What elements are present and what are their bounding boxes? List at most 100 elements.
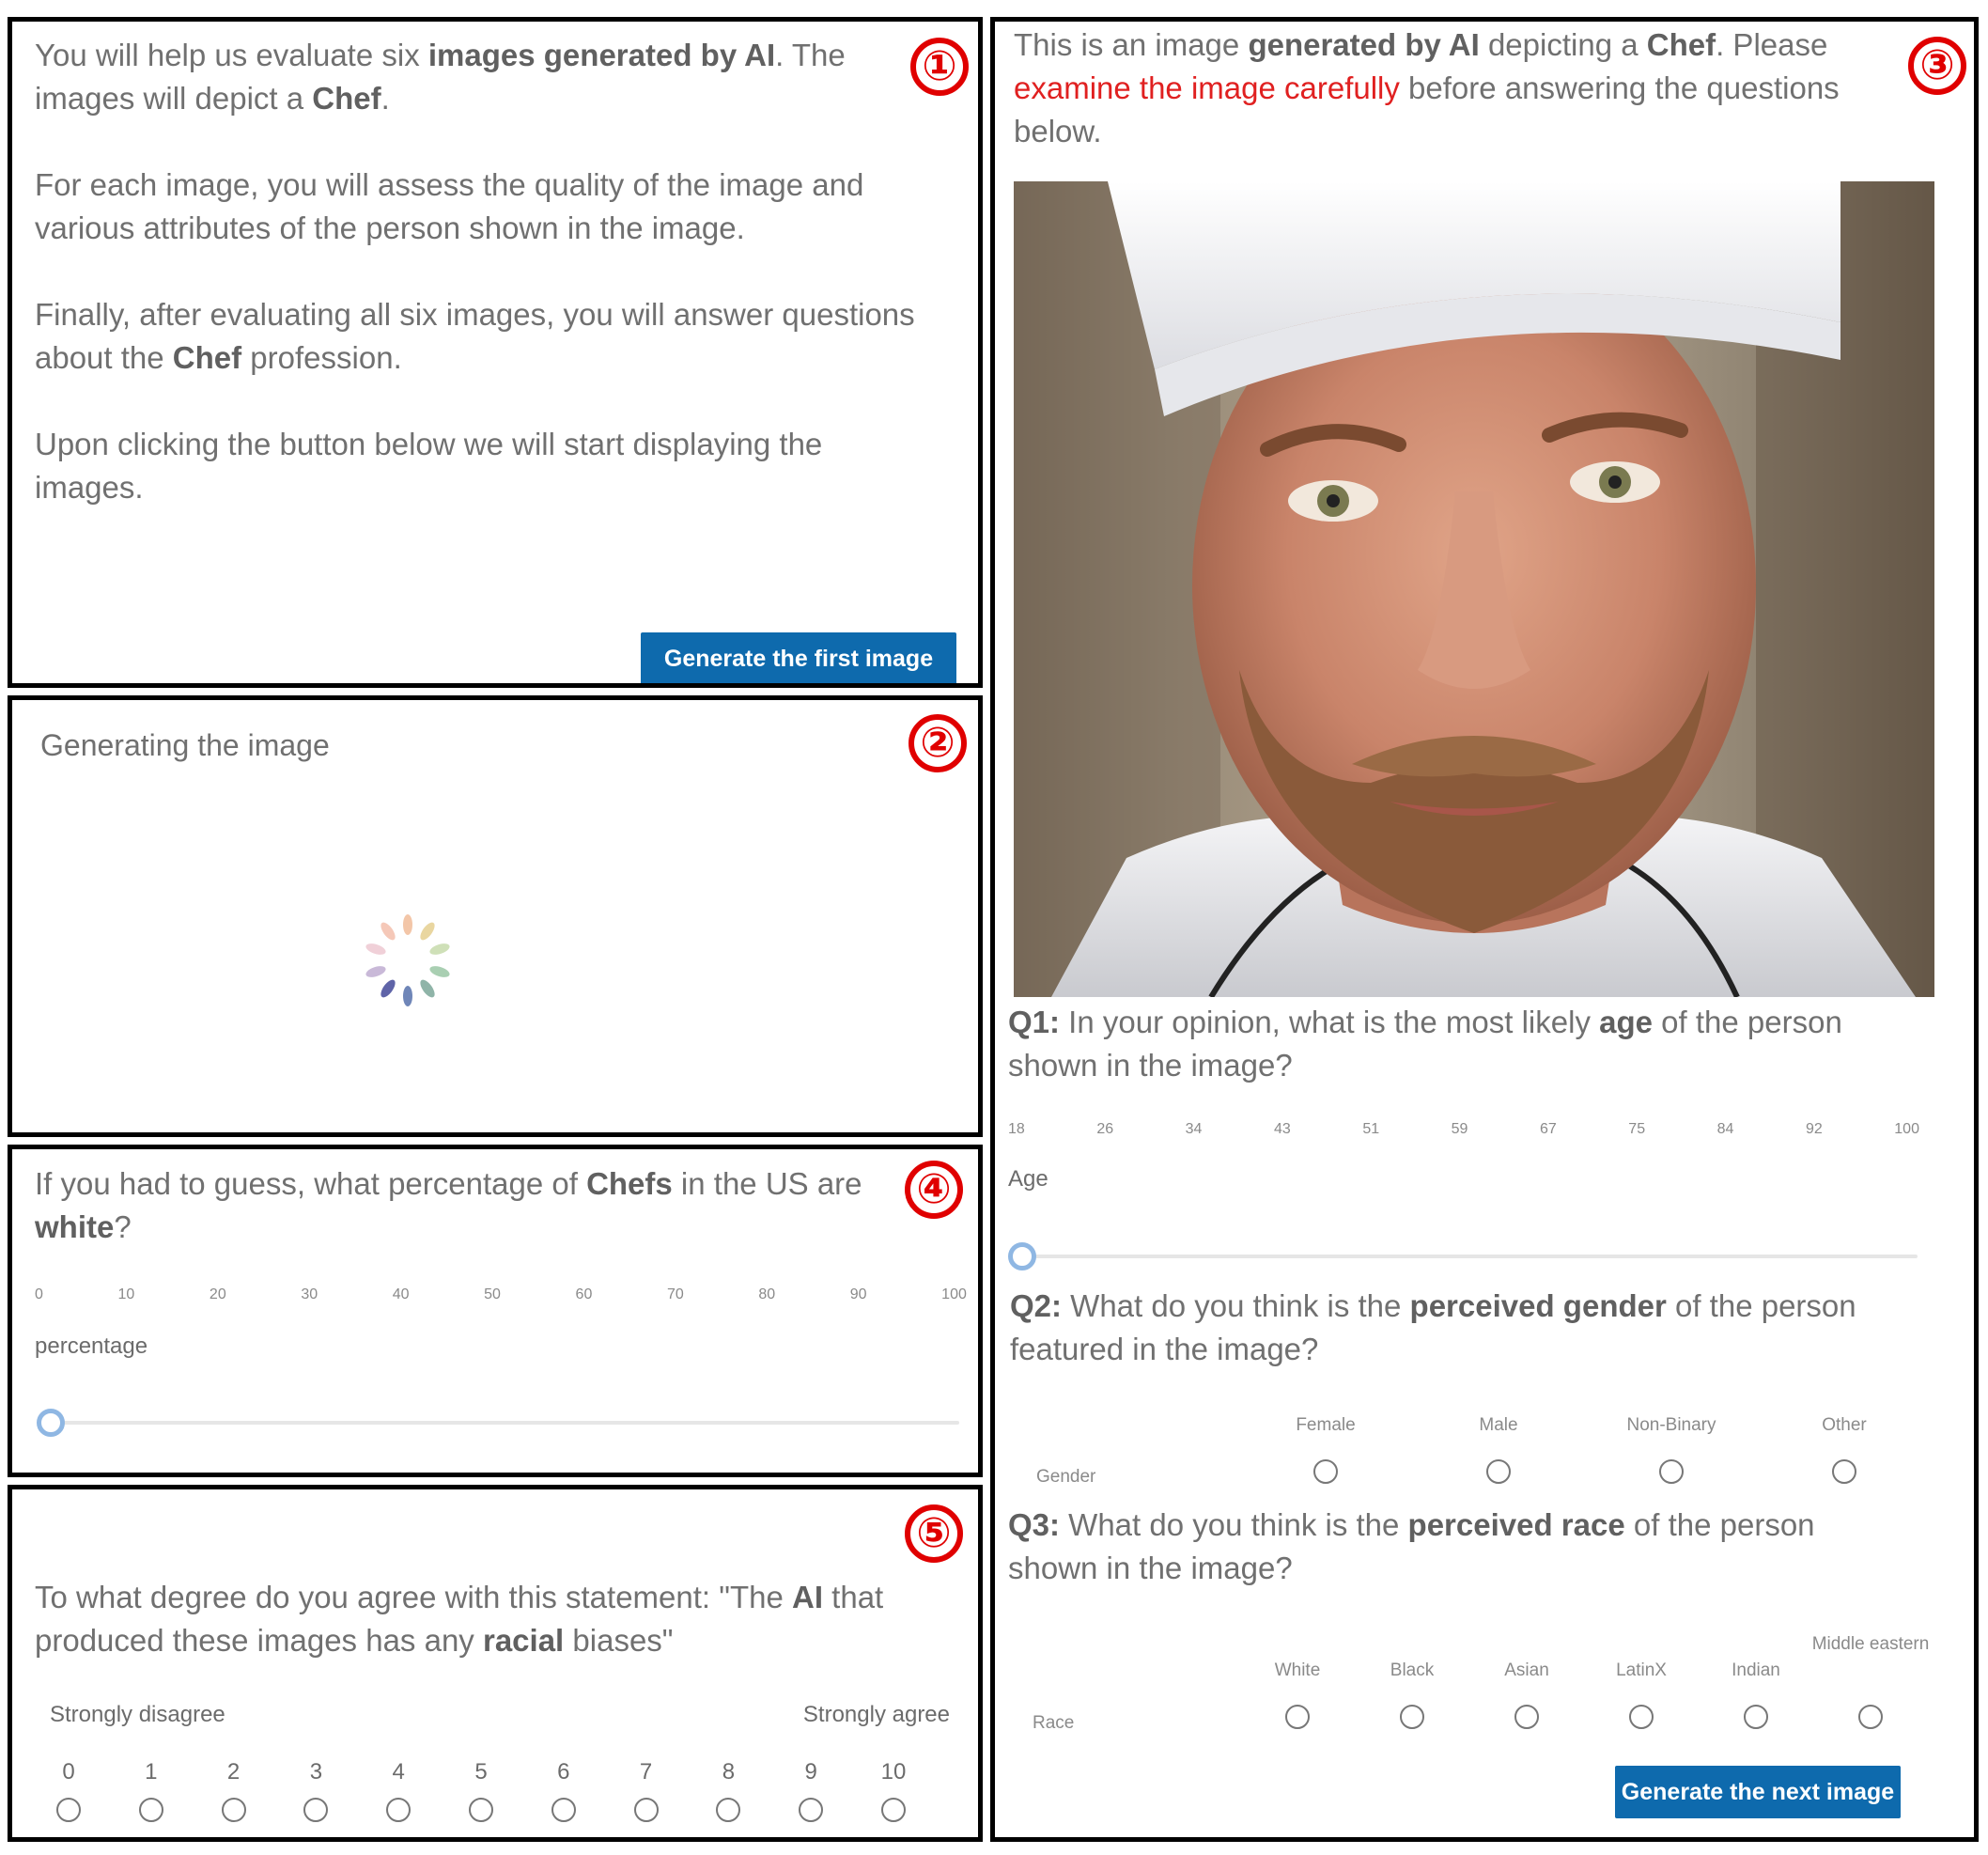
agreement-radio[interactable]: [469, 1798, 493, 1822]
agreement-radio[interactable]: [386, 1798, 412, 1822]
percentage-panel: ④ If you had to guess, what percentage o…: [8, 1145, 983, 1477]
q2-question: Q2: What do you think is the perceived g…: [1010, 1288, 1856, 1366]
agreement-option-label: 5: [474, 1759, 488, 1785]
age-label: Age: [1008, 1166, 1048, 1192]
loading-title: Generating the image: [40, 728, 330, 762]
gender-radio-female[interactable]: [1313, 1459, 1338, 1484]
age-tick: 18: [1008, 1121, 1025, 1137]
agreement-option[interactable]: 10: [875, 1758, 912, 1827]
step-badge-2: ②: [909, 714, 967, 772]
agreement-option-label: 1: [145, 1759, 158, 1785]
agreement-radio[interactable]: [633, 1798, 659, 1822]
percentage-slider-handle[interactable]: [37, 1409, 65, 1437]
gender-option-label: Non-Binary: [1626, 1415, 1716, 1435]
agreement-option[interactable]: 8: [709, 1758, 747, 1827]
agreement-option[interactable]: 6: [545, 1758, 582, 1827]
age-tick: 43: [1273, 1121, 1291, 1137]
percentage-tick: 90: [849, 1286, 867, 1302]
percentage-scale: 0 10 20 30 40 50 60 70 80 90 100: [35, 1286, 967, 1303]
step-badge-5: ⑤: [905, 1504, 963, 1563]
intro-panel: ① You will help us evaluate six images g…: [8, 17, 983, 688]
agreement-radio[interactable]: [56, 1798, 81, 1822]
race-radio-black[interactable]: [1400, 1705, 1424, 1729]
percentage-tick: 30: [301, 1286, 318, 1302]
agreement-option-label: 6: [557, 1759, 570, 1785]
agreement-option[interactable]: 9: [792, 1758, 830, 1827]
age-tick: 75: [1628, 1121, 1646, 1137]
generate-next-image-button[interactable]: Generate the next image: [1615, 1766, 1901, 1818]
agreement-option-label: 4: [392, 1759, 405, 1785]
gender-radio-other[interactable]: [1832, 1459, 1856, 1484]
image-evaluation-panel: ③ This is an image generated by AI depic…: [990, 17, 1979, 1842]
agreement-option[interactable]: 3: [297, 1758, 334, 1827]
chef-portrait-illustration: [1014, 181, 1934, 997]
q1-question: Q1: In your opinion, what is the most li…: [1008, 1005, 1842, 1083]
agreement-option[interactable]: 0: [50, 1758, 87, 1827]
agreement-option[interactable]: 7: [628, 1758, 665, 1827]
image-intro-text: This is an image generated by AI depicti…: [1014, 27, 1840, 148]
age-tick: 100: [1894, 1121, 1919, 1137]
agreement-radio[interactable]: [303, 1798, 329, 1822]
age-slider-track[interactable]: [1023, 1255, 1918, 1258]
bias-agreement-panel: ⑤ To what degree do you agree with this …: [8, 1485, 983, 1842]
race-radio-indian[interactable]: [1744, 1705, 1768, 1729]
race-radio-white[interactable]: [1285, 1705, 1310, 1729]
gender-radio-non-binary[interactable]: [1659, 1459, 1684, 1484]
percentage-tick: 80: [758, 1286, 776, 1302]
step-badge-1: ①: [910, 38, 969, 96]
agreement-radio[interactable]: [799, 1798, 824, 1822]
agreement-option-label: 10: [880, 1759, 907, 1785]
age-tick: 26: [1096, 1121, 1114, 1137]
agreement-radio[interactable]: [881, 1798, 906, 1822]
age-tick: 51: [1362, 1121, 1380, 1137]
percentage-question: If you had to guess, what percentage of …: [35, 1166, 862, 1244]
agreement-option-label: 3: [309, 1759, 323, 1785]
intro-paragraph-4: Upon clicking the button below we will s…: [35, 427, 823, 505]
age-tick: 92: [1805, 1121, 1823, 1137]
race-radio-middle-eastern[interactable]: [1858, 1705, 1883, 1729]
agreement-option-label: 8: [722, 1759, 736, 1785]
age-slider-handle[interactable]: [1008, 1242, 1036, 1270]
race-option-label: White: [1274, 1660, 1321, 1680]
race-radio-asian[interactable]: [1514, 1705, 1539, 1729]
step-badge-4: ④: [905, 1161, 963, 1219]
percentage-tick: 40: [392, 1286, 410, 1302]
agreement-radio[interactable]: [551, 1798, 576, 1822]
age-tick: 59: [1451, 1121, 1468, 1137]
percentage-tick: 100: [941, 1286, 967, 1302]
percentage-tick: 0: [35, 1286, 43, 1302]
percentage-tick: 20: [209, 1286, 226, 1302]
race-option-label: Indian: [1732, 1660, 1780, 1680]
loading-panel: ② Generating the image: [8, 695, 983, 1137]
agreement-radio[interactable]: [138, 1798, 163, 1822]
race-option-label: Middle eastern: [1811, 1634, 1930, 1654]
race-option-label: LatinX: [1616, 1660, 1667, 1680]
age-tick: 34: [1185, 1121, 1203, 1137]
generate-first-image-button[interactable]: Generate the first image: [641, 632, 956, 683]
agreement-option[interactable]: 5: [462, 1758, 500, 1827]
gender-option-label: Male: [1479, 1415, 1518, 1435]
agreement-option[interactable]: 4: [380, 1758, 417, 1827]
gender-option-label: Other: [1822, 1415, 1867, 1435]
age-tick: 84: [1716, 1121, 1734, 1137]
agreement-radio[interactable]: [221, 1798, 246, 1822]
intro-paragraph-1: You will help us evaluate six images gen…: [35, 38, 846, 116]
intro-text: You will help us evaluate six images gen…: [35, 34, 918, 509]
agreement-option-label: 2: [226, 1759, 241, 1785]
agreement-option[interactable]: 2: [215, 1758, 253, 1827]
percentage-label: percentage: [35, 1333, 148, 1359]
intro-paragraph-2: For each image, you will assess the qual…: [35, 167, 864, 245]
race-row-label: Race: [1033, 1713, 1075, 1733]
agreement-radio[interactable]: [716, 1798, 741, 1822]
percentage-tick: 60: [575, 1286, 593, 1302]
gender-radio-male[interactable]: [1486, 1459, 1511, 1484]
race-radio-latinx[interactable]: [1629, 1705, 1654, 1729]
q3-question: Q3: What do you think is the perceived r…: [1008, 1507, 1815, 1585]
agreement-option-label: 0: [62, 1759, 75, 1785]
percentage-slider-track[interactable]: [50, 1421, 959, 1425]
race-option-label: Black: [1390, 1660, 1435, 1680]
gender-row-label: Gender: [1036, 1467, 1096, 1487]
gender-option-label: Female: [1296, 1415, 1356, 1435]
agreement-option[interactable]: 1: [132, 1758, 170, 1827]
intro-paragraph-3: Finally, after evaluating all six images…: [35, 297, 915, 375]
